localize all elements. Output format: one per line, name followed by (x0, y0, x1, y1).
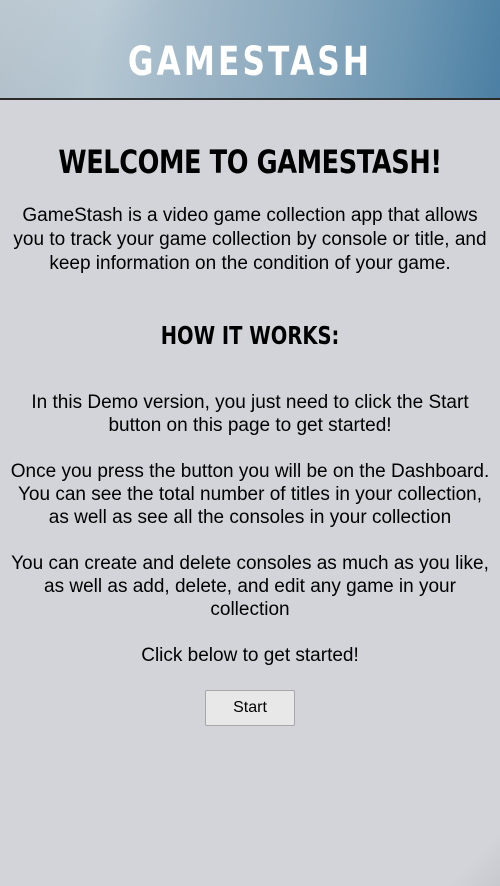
start-button[interactable]: Start (205, 690, 295, 726)
instructions-paragraph-start: In this Demo version, you just need to c… (31, 392, 469, 436)
welcome-heading: WELCOME TO GAMESTASH! (58, 143, 442, 181)
instructions-paragraph-dashboard: Once you press the button you will be on… (10, 461, 490, 528)
app-header: GAMESTASH (0, 0, 500, 100)
app-title: GAMESTASH (127, 39, 373, 85)
instructions-paragraph-manage: You can create and delete consoles as mu… (11, 553, 489, 620)
instructions-paragraph-cta: Click below to get started! (141, 645, 359, 666)
corner-shade-decoration (440, 826, 500, 886)
how-it-works-heading: HOW IT WORKS: (160, 321, 340, 350)
main-content: WELCOME TO GAMESTASH! GameStash is a vid… (0, 100, 500, 726)
intro-text: GameStash is a video game collection app… (13, 205, 487, 274)
